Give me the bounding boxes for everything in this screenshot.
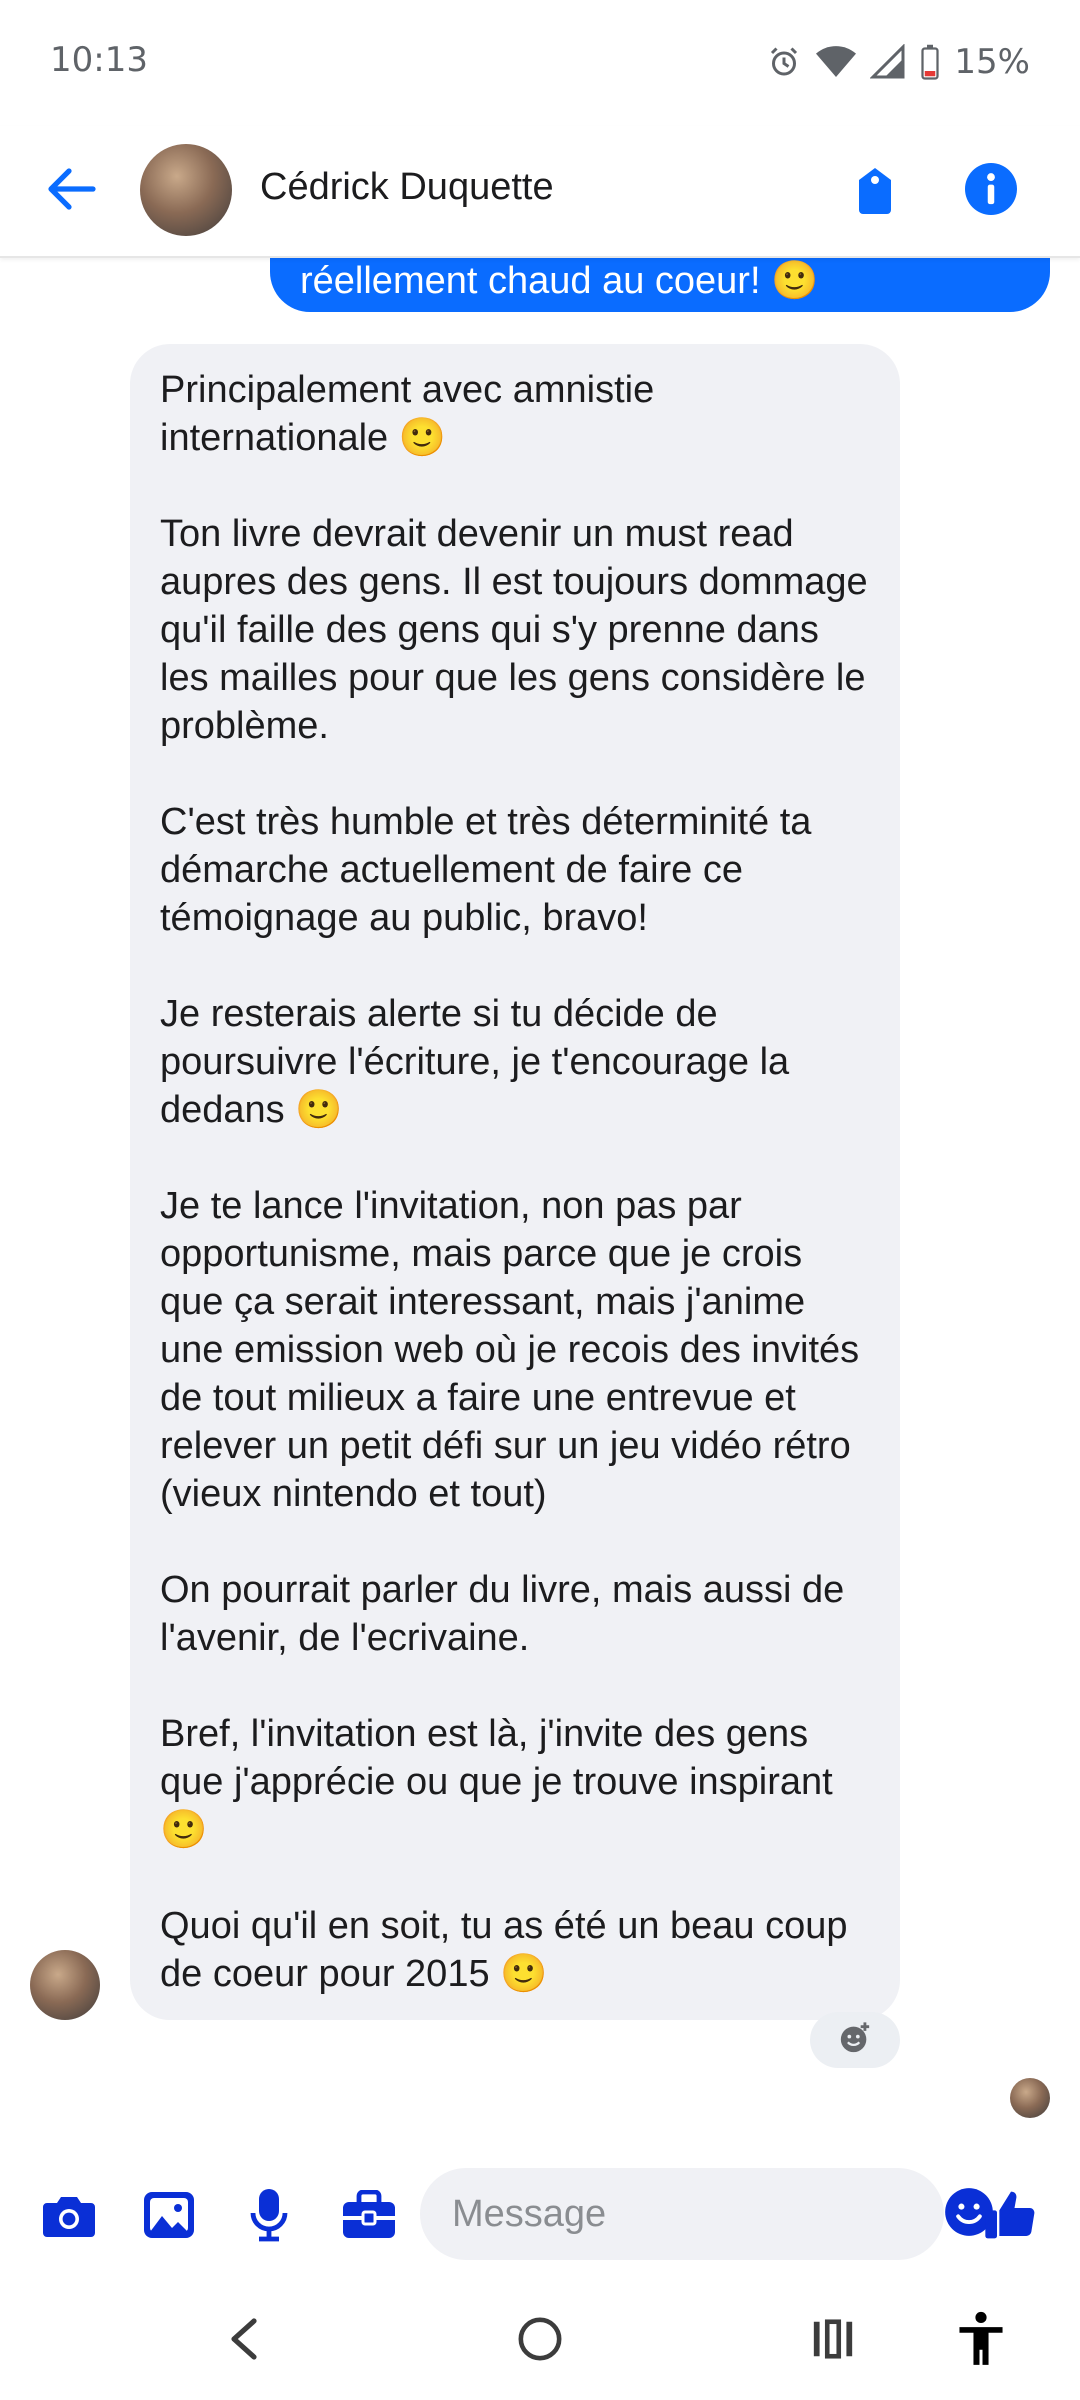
add-reaction-icon xyxy=(838,2021,872,2059)
system-navigation-bar xyxy=(0,2276,1080,2400)
back-arrow-icon xyxy=(47,167,97,215)
tag-icon xyxy=(853,164,897,218)
nav-recents-icon xyxy=(810,2317,856,2365)
info-icon xyxy=(965,163,1017,219)
message-paragraph: Principalement avec amnistie internation… xyxy=(160,369,655,459)
message-paragraph: On pourrait parler du livre, mais aussi … xyxy=(160,1569,845,1659)
message-paragraph: Je resterais alerte si tu décide de pour… xyxy=(160,993,790,1131)
tag-button[interactable] xyxy=(840,156,910,226)
apps-button[interactable] xyxy=(334,2182,404,2252)
message-input[interactable] xyxy=(450,2191,943,2237)
message-paragraph: Bref, l'invitation est là, j'invite des … xyxy=(160,1713,833,1851)
message-field xyxy=(420,2168,993,2260)
conversation-header: Cédrick Duquette xyxy=(0,126,1080,258)
camera-button[interactable] xyxy=(34,2182,104,2252)
nav-back-icon xyxy=(228,2317,262,2365)
nav-back-button[interactable] xyxy=(210,2306,280,2376)
message-list[interactable]: réellement chaud au coeur! 🙂 Principalem… xyxy=(0,256,1080,2156)
status-bar: 10:13 15% xyxy=(0,0,1080,126)
seen-indicator-avatar xyxy=(1010,2078,1050,2118)
sent-message-bubble[interactable]: réellement chaud au coeur! 🙂 xyxy=(270,256,1050,312)
contact-avatar[interactable] xyxy=(140,144,232,236)
status-icons: 15% xyxy=(766,38,1030,86)
accessibility-button[interactable] xyxy=(946,2306,1016,2376)
sender-avatar[interactable] xyxy=(30,1950,100,2020)
gallery-button[interactable] xyxy=(134,2182,204,2252)
nav-home-button[interactable] xyxy=(505,2306,575,2376)
signal-icon xyxy=(870,44,906,80)
status-time: 10:13 xyxy=(50,40,148,80)
wifi-icon xyxy=(816,44,857,80)
camera-icon xyxy=(41,2191,97,2243)
battery-percent: 15% xyxy=(954,42,1030,82)
thumbs-up-icon xyxy=(983,2187,1039,2247)
message-paragraph: Je te lance l'invitation, non pas par op… xyxy=(160,1185,860,1515)
contact-name[interactable]: Cédrick Duquette xyxy=(260,166,554,209)
info-button[interactable] xyxy=(956,156,1026,226)
back-button[interactable] xyxy=(40,159,104,223)
like-button[interactable] xyxy=(976,2182,1046,2252)
accessibility-icon xyxy=(956,2311,1006,2371)
microphone-icon xyxy=(249,2187,289,2247)
voice-button[interactable] xyxy=(234,2182,304,2252)
add-reaction-button[interactable] xyxy=(810,2012,900,2068)
nav-home-icon xyxy=(517,2316,563,2366)
alarm-icon xyxy=(766,44,802,80)
message-composer xyxy=(0,2156,1080,2276)
message-paragraph: Ton livre devrait devenir un must read a… xyxy=(160,513,868,747)
battery-icon xyxy=(920,44,940,80)
briefcase-icon xyxy=(341,2189,397,2244)
received-message-bubble[interactable]: Principalement avec amnistie internation… xyxy=(130,344,900,2020)
message-paragraph: Quoi qu'il en soit, tu as été un beau co… xyxy=(160,1905,848,1995)
image-icon xyxy=(142,2190,196,2244)
message-paragraph: C'est très humble et très déterminité ta… xyxy=(160,801,812,939)
nav-recents-button[interactable] xyxy=(798,2306,868,2376)
sent-message-text: réellement chaud au coeur! 🙂 xyxy=(300,260,819,302)
